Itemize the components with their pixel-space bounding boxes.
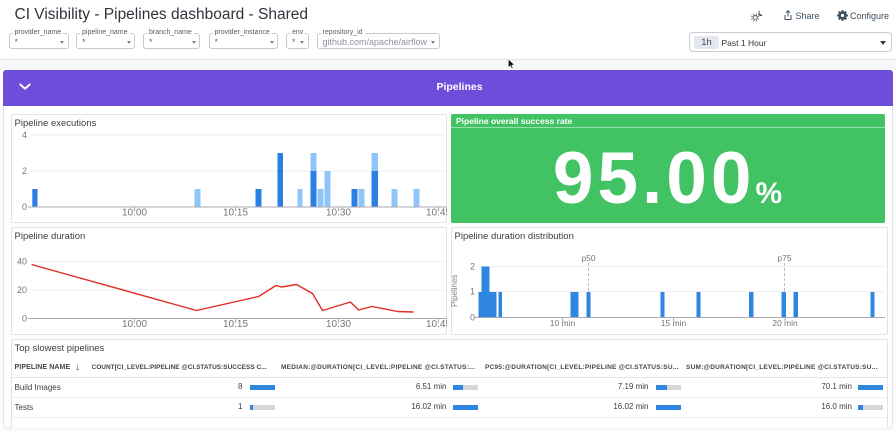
svg-text:p50: p50 bbox=[581, 253, 595, 263]
svg-text:0: 0 bbox=[21, 313, 26, 323]
svg-text:10 min: 10 min bbox=[549, 318, 575, 328]
svg-text:1: 1 bbox=[469, 286, 474, 296]
svg-text:15 min: 15 min bbox=[660, 318, 686, 328]
svg-text:10:45: 10:45 bbox=[425, 319, 446, 330]
svg-text:p75: p75 bbox=[777, 253, 791, 263]
svg-text:4: 4 bbox=[21, 130, 26, 140]
svg-text:10:30: 10:30 bbox=[325, 319, 350, 330]
svg-text:10:15: 10:15 bbox=[222, 319, 247, 330]
svg-text:0: 0 bbox=[469, 312, 474, 322]
svg-text:10:30: 10:30 bbox=[325, 208, 350, 219]
svg-text:Pipelines: Pipelines bbox=[451, 274, 459, 306]
svg-text:10:00: 10:00 bbox=[121, 208, 146, 219]
svg-text:10:15: 10:15 bbox=[222, 208, 247, 219]
svg-text:2: 2 bbox=[469, 261, 474, 271]
svg-text:0: 0 bbox=[21, 202, 26, 212]
svg-text:40: 40 bbox=[16, 256, 26, 266]
svg-text:2: 2 bbox=[21, 166, 26, 176]
svg-text:20: 20 bbox=[16, 285, 26, 295]
svg-text:20 min: 20 min bbox=[772, 318, 798, 328]
svg-text:10:45: 10:45 bbox=[425, 208, 446, 219]
svg-text:10:00: 10:00 bbox=[121, 319, 146, 330]
